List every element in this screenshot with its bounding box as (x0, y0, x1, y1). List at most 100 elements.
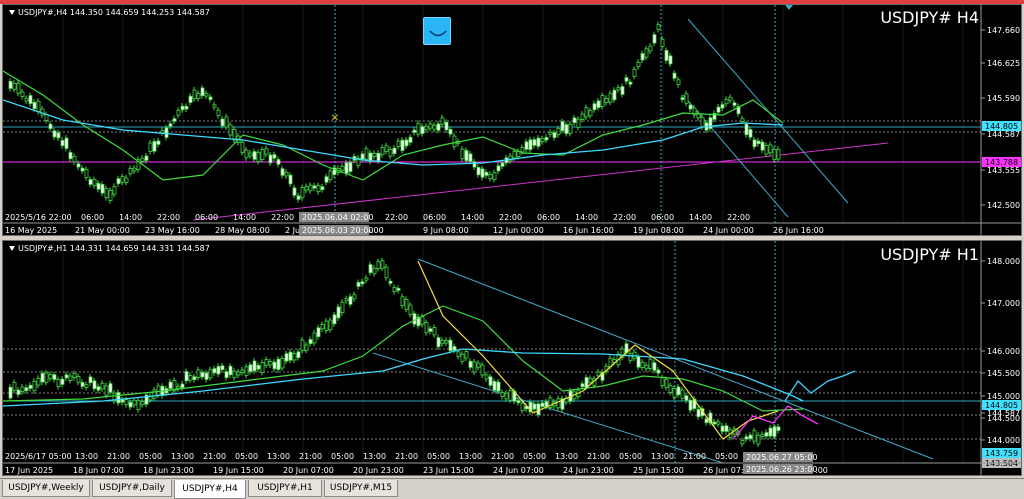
candle-body (332, 314, 337, 325)
tab-label: USDJPY#,H4 (182, 484, 238, 494)
tab-m15[interactable]: USDJPY#,M15 (324, 480, 398, 497)
candle-body (556, 128, 561, 136)
candle-body (184, 371, 189, 382)
candle-body (220, 118, 225, 127)
candle-body (152, 140, 157, 152)
candle-body (328, 319, 333, 331)
candle-body (640, 53, 645, 61)
candle-body (448, 128, 453, 135)
date-tick-label: 25 Jun 15:00 (633, 466, 684, 475)
time-tick-label: 05:00 (139, 452, 162, 461)
candle-body (124, 177, 129, 183)
chart-info-h1: USDJPY#,H1 144.331 144.659 144.331 144.5… (9, 244, 210, 253)
candle-body (712, 421, 717, 425)
candle-body (584, 377, 589, 388)
tab-daily[interactable]: USDJPY#,Daily (92, 480, 172, 497)
candle-body (696, 408, 701, 418)
candle-body (364, 148, 369, 160)
candle-body (344, 162, 349, 174)
candle-body (748, 434, 753, 440)
time-tick-label: 13:00 (459, 452, 482, 461)
candle-body (28, 384, 33, 389)
candle-body (432, 124, 437, 130)
candle-body (76, 163, 81, 168)
candle-body (296, 195, 301, 200)
chart-pane-h1[interactable]: 148.000 147.000 146.000 145.500 145.000144.8… (2, 240, 1022, 476)
candle-body (208, 96, 213, 101)
chart-canvas-h4[interactable]: ✕ 147.660 146.625 145.590 144.587 143.555 142.… (3, 5, 1022, 236)
candle-body (496, 381, 501, 392)
candle-body (580, 383, 585, 388)
candle-body (508, 155, 513, 162)
candle-body (764, 432, 769, 437)
candle-body (100, 382, 105, 390)
time-tick-label: 2025/6/17 05:00 (5, 452, 72, 461)
candle-body (280, 168, 285, 176)
tab-label: USDJPY#,Daily (99, 483, 165, 493)
candle-body (472, 361, 477, 373)
candle-body (392, 286, 397, 293)
candle-body (176, 110, 181, 116)
candle-body (656, 24, 661, 30)
chart-symbol-title: USDJPY# H4 (880, 8, 979, 27)
candle-body (240, 141, 245, 153)
candle-body (92, 179, 97, 186)
candle-body (104, 385, 109, 396)
candle-body (372, 267, 377, 274)
candle-body (272, 154, 277, 159)
candle-body (72, 373, 77, 379)
candle-body (108, 383, 113, 393)
price-tag-cyan-label: 144.805 (985, 122, 1018, 131)
candle-body (340, 301, 345, 313)
candle-body (492, 380, 497, 391)
date-tick-label: :00 (815, 466, 828, 475)
candle-body (404, 298, 409, 310)
candle-body (500, 162, 505, 167)
candle-body (676, 386, 681, 396)
candle-body (700, 116, 705, 128)
candle-body (488, 173, 493, 180)
candle-body (140, 401, 145, 406)
time-tick-label: 21:00 (107, 452, 130, 461)
triangle-down-icon (9, 246, 15, 251)
date-tick-label: 17 Jun 2025 (5, 466, 53, 475)
time-tick-label: 05:00 (619, 452, 642, 461)
tab-weekly[interactable]: USDJPY#,Weekly (2, 480, 90, 497)
candle-body (268, 361, 273, 366)
candle-body (412, 313, 417, 325)
candle-body (748, 129, 753, 138)
candle-body (572, 117, 577, 124)
price-tick-label: 146.625 (987, 59, 1020, 68)
wave-indicator-icon[interactable] (423, 17, 451, 45)
forecast-line (784, 370, 856, 402)
tab-label: USDJPY#,Weekly (8, 483, 84, 493)
candle-body (364, 277, 369, 281)
candle-body (76, 376, 81, 383)
tab-label: USDJPY#,H1 (257, 483, 313, 493)
price-tick-label: 146.000 (987, 347, 1020, 356)
candle-body (532, 139, 537, 146)
candle-body (560, 121, 565, 132)
chart-canvas-h1[interactable]: 148.000 147.000 146.000 145.500 145.000144.8… (3, 241, 1022, 476)
marker-icon: ✕ (331, 113, 339, 124)
candle-body (476, 167, 481, 176)
candle-body (636, 61, 641, 67)
candle-body (60, 378, 65, 385)
candle-body (148, 142, 153, 152)
tab-h4[interactable]: USDJPY#,H4 (174, 480, 246, 499)
candle-body (144, 155, 149, 161)
tab-h1[interactable]: USDJPY#,H1 (248, 480, 322, 497)
cursor-time-label: 2025.06.27 05:00 (746, 453, 817, 462)
candle-body (532, 403, 537, 410)
chart-pane-h4[interactable]: ✕ 147.660 146.625 145.590 144.587 143.555 142.… (2, 4, 1022, 236)
candle-body (292, 187, 297, 196)
candle-body (64, 137, 69, 149)
candle-body (396, 287, 401, 291)
candle-body (536, 137, 541, 147)
time-tick-label: 13:00 (267, 452, 290, 461)
candle-body (284, 353, 289, 362)
candle-body (8, 80, 13, 89)
candle-body (772, 426, 777, 437)
time-tick-label: 14:00 (233, 213, 256, 222)
candle-body (520, 402, 525, 412)
